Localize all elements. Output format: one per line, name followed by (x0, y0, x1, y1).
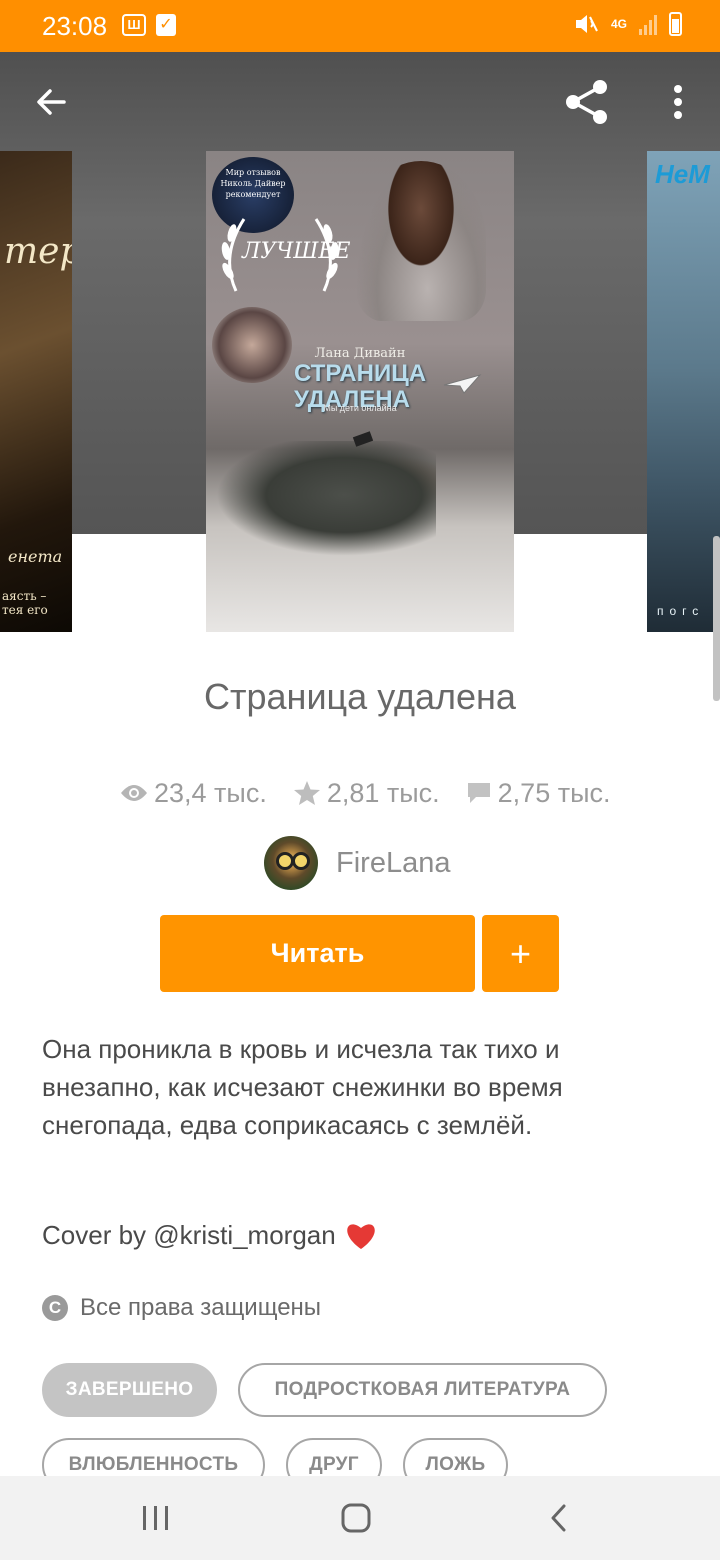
author-name: FireLana (336, 846, 451, 879)
cover-text: енета (8, 547, 63, 566)
book-cover-previous[interactable]: тер енета аясть – тея его (0, 151, 72, 632)
cover-text: тер (4, 231, 72, 272)
home-icon[interactable] (338, 1498, 374, 1538)
back-nav-icon[interactable] (544, 1498, 574, 1538)
book-cover-next[interactable]: НеМ погс (647, 151, 720, 632)
comment-icon (467, 783, 490, 803)
votes-stat: 2,81 тыс. (293, 778, 440, 809)
tag-completed[interactable]: ЗАВЕРШЕНО (42, 1363, 217, 1417)
comments-count: 2,75 тыс. (497, 777, 611, 808)
comments-stat: 2,75 тыс. (466, 777, 611, 809)
tag-teen-fiction[interactable]: ПОДРОСТКОВАЯ ЛИТЕРАТУРА (238, 1363, 607, 1417)
arrow-left-icon[interactable] (30, 80, 74, 124)
cover-text: аясть – (2, 589, 47, 603)
cover-illustration-woman (356, 161, 486, 321)
recent-apps-icon[interactable] (140, 1498, 172, 1538)
cover-text: НеМ (655, 159, 710, 189)
eye-icon (121, 785, 147, 801)
cover-subtitle: Мы дети онлайна (323, 403, 397, 413)
laurel-text: ЛУЧШЕЕ (242, 239, 351, 264)
views-stat: 23,4 тыс. (120, 778, 267, 809)
votes-count: 2,81 тыс. (326, 777, 440, 808)
system-navigation-bar (0, 1476, 720, 1560)
network-type-icon: 4G (610, 17, 627, 31)
cover-title-line: СТРАНИЦА (294, 360, 427, 387)
book-stats: 23,4 тыс. 2,81 тыс. 2,75 тыс. (120, 774, 636, 812)
cover-author: Лана Дивайн (314, 346, 406, 361)
badge-text: Николь Дайвер рекомендует (220, 179, 286, 199)
add-to-library-button[interactable]: + (482, 915, 559, 992)
copyright-text: Все права защищены (80, 1294, 322, 1321)
copyright-icon: C (42, 1295, 68, 1321)
award-badge-photo (212, 307, 292, 383)
cover-credit: Cover by @kristi_morgan (42, 1220, 378, 1251)
book-description: Она проникла в кровь и исчезла так тихо … (42, 1034, 563, 1140)
mute-icon (575, 15, 598, 33)
cover-text: погс (657, 604, 705, 618)
book-title: Страница удалена (204, 676, 516, 717)
cover-credit-text: Cover by @kristi_morgan (42, 1220, 336, 1250)
read-button[interactable]: Читать (160, 915, 475, 992)
battery-icon (669, 12, 682, 36)
app-notification-icon: Ш (122, 14, 146, 36)
status-system-icons: 4G (573, 12, 682, 36)
cover-text: тея его (2, 603, 48, 617)
heart-icon (346, 1223, 375, 1249)
checkbox-notification-icon: ✓ (156, 14, 176, 36)
more-vertical-icon[interactable] (664, 80, 692, 124)
author-link[interactable]: FireLana (264, 836, 450, 890)
status-bar: 23:08 Ш ✓ 4G (0, 0, 720, 52)
share-icon[interactable] (562, 78, 612, 126)
copyright-notice: C Все права защищены (42, 1294, 321, 1322)
status-notification-icons: Ш ✓ (122, 14, 176, 36)
avatar (264, 836, 318, 890)
status-time: 23:08 (42, 11, 108, 41)
star-icon (293, 781, 320, 805)
views-count: 23,4 тыс. (154, 777, 267, 808)
book-cover-current[interactable]: Мир отзывов Николь Дайвер рекомендует ЛУ… (206, 151, 514, 632)
badge-text: Мир отзывов (225, 168, 281, 177)
cover-illustration-man (206, 441, 436, 561)
signal-icon (639, 13, 657, 35)
paper-plane-icon (443, 374, 482, 394)
